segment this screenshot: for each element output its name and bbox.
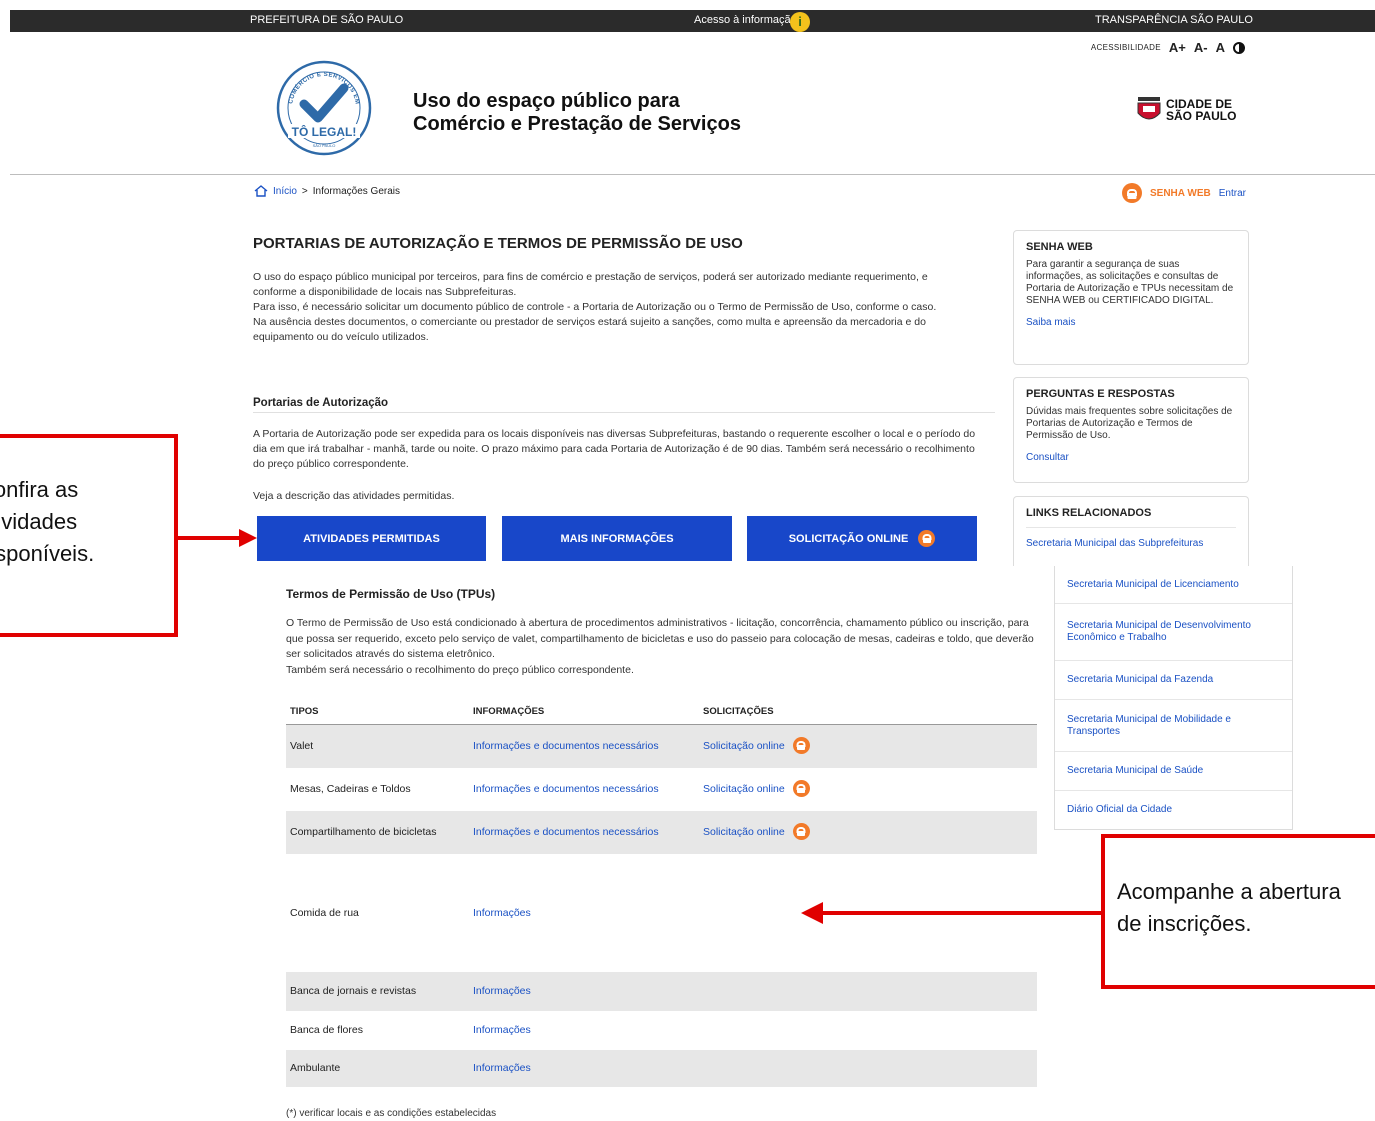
arrow-right-icon: [239, 529, 257, 547]
arrow-left-icon: [801, 902, 823, 924]
annotation-arrows: [178, 529, 1101, 924]
